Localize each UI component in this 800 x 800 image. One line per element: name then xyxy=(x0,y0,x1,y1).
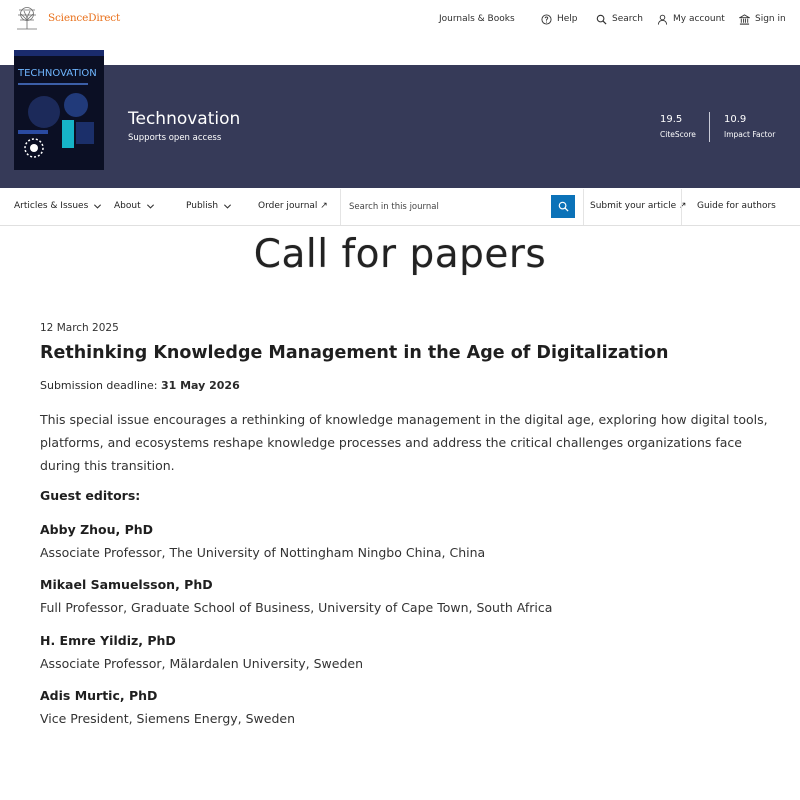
nav-label: Search xyxy=(612,14,643,24)
editor-entry: Abby Zhou, PhD Associate Professor, The … xyxy=(40,522,485,560)
editor-affiliation: Associate Professor, Mälardalen Universi… xyxy=(40,656,364,671)
nav-journals-books[interactable]: Journals & Books xyxy=(439,12,515,26)
nav-articles-issues[interactable]: Articles & Issues xyxy=(14,201,102,211)
nav-label: Publish xyxy=(186,201,219,211)
editor-affiliation: Associate Professor, The University of N… xyxy=(40,545,486,560)
call-for-papers-heading: Call for papers xyxy=(253,232,547,277)
nav-order-journal[interactable]: Order journal ↗ xyxy=(258,201,328,211)
guest-editors-heading: Guest editors: xyxy=(40,488,141,503)
journal-search xyxy=(340,189,552,225)
journal-search-button[interactable] xyxy=(551,195,575,218)
editor-name: H. Emre Yildiz, PhD xyxy=(40,633,176,648)
nav-guide-for-authors[interactable]: Guide for authors xyxy=(697,201,776,211)
metric-value: 10.9 xyxy=(724,114,747,125)
nav-submit-article[interactable]: Submit your article ↗ xyxy=(590,201,687,211)
nav-about[interactable]: About xyxy=(114,201,155,211)
nav-search[interactable]: Search xyxy=(596,12,643,26)
nav-help[interactable]: Help xyxy=(541,12,578,26)
chevron-down-icon xyxy=(146,203,154,209)
deadline-value: 31 May 2026 xyxy=(160,379,240,392)
nav-label: Journals & Books xyxy=(439,14,515,24)
brand-name: ScienceDirect xyxy=(48,12,121,24)
nav-label: Sign in xyxy=(755,14,786,24)
editor-entry: Adis Murtic, PhD Vice President, Siemens… xyxy=(40,688,295,726)
article-description: This special issue encourages a rethinki… xyxy=(40,412,768,473)
article-content: 12 March 2025 Rethinking Knowledge Manag… xyxy=(40,322,785,726)
top-bar: ScienceDirect Journals & Books Help Sear… xyxy=(0,0,800,38)
nav-label: Submit your article ↗ xyxy=(590,201,687,211)
nav-label: Order journal ↗ xyxy=(258,201,328,211)
elsevier-tree-icon xyxy=(13,6,41,30)
deadline-label: Submission deadline: xyxy=(40,379,161,392)
journal-search-input[interactable] xyxy=(349,199,544,215)
user-icon xyxy=(657,14,668,25)
article-title: Rethinking Knowledge Management in the A… xyxy=(40,343,669,363)
nav-separator xyxy=(681,189,682,225)
journal-subtitle: Supports open access xyxy=(128,133,222,143)
metric-value: 19.5 xyxy=(660,114,683,125)
nav-publish[interactable]: Publish xyxy=(186,201,232,211)
sciencedirect-logo[interactable]: ScienceDirect xyxy=(13,6,120,30)
journal-title[interactable]: Technovation xyxy=(128,109,240,129)
editor-entry: H. Emre Yildiz, PhD Associate Professor,… xyxy=(40,633,363,671)
nav-label: Guide for authors xyxy=(697,201,776,211)
nav-sign-in[interactable]: Sign in xyxy=(739,12,786,26)
publish-date: 12 March 2025 xyxy=(40,322,119,334)
nav-label: About xyxy=(114,201,141,211)
chevron-down-icon xyxy=(224,203,232,209)
help-icon xyxy=(541,13,552,25)
nav-label: My account xyxy=(673,14,725,24)
nav-separator xyxy=(583,189,584,225)
editor-name: Mikael Samuelsson, PhD xyxy=(40,577,213,592)
search-icon xyxy=(596,14,607,25)
submission-deadline: Submission deadline: 31 May 2026 xyxy=(40,379,240,392)
editor-entry: Mikael Samuelsson, PhD Full Professor, G… xyxy=(40,577,552,615)
editor-name: Abby Zhou, PhD xyxy=(40,522,154,537)
editor-affiliation: Full Professor, Graduate School of Busin… xyxy=(40,600,553,615)
editor-name: Adis Murtic, PhD xyxy=(40,688,158,703)
search-icon xyxy=(558,201,569,212)
metric-divider xyxy=(709,112,710,142)
nav-label: Help xyxy=(557,14,578,24)
metric-label: Impact Factor xyxy=(724,130,776,139)
nav-label: Articles & Issues xyxy=(14,201,89,211)
impact-factor-metric[interactable]: 10.9 Impact Factor xyxy=(724,114,775,139)
editor-affiliation: Vice President, Siemens Energy, Sweden xyxy=(40,711,296,726)
metric-label: CiteScore xyxy=(660,130,696,139)
citescore-metric[interactable]: 19.5 CiteScore xyxy=(660,114,696,139)
institution-icon xyxy=(739,13,750,25)
nav-my-account[interactable]: My account xyxy=(657,12,725,26)
journal-cover[interactable]: TECHNOVATION xyxy=(14,50,104,170)
cover-title: TECHNOVATION xyxy=(17,68,97,79)
chevron-down-icon xyxy=(94,203,102,209)
journal-cover-image: TECHNOVATION xyxy=(14,50,104,170)
